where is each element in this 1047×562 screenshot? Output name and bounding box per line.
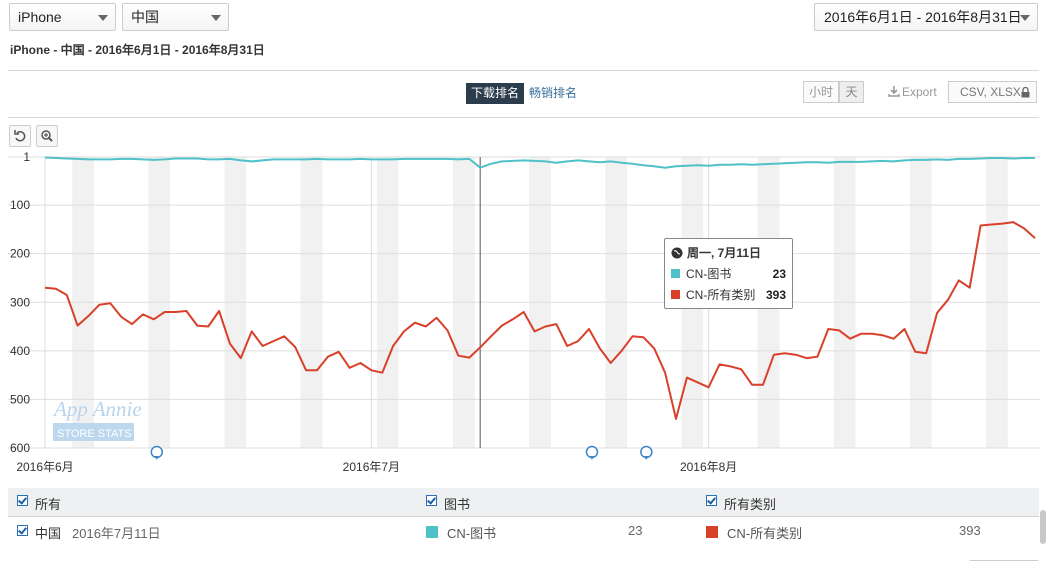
legend-row (8, 517, 1039, 547)
tab-downloads-rank[interactable]: 下载排名 (466, 83, 525, 104)
svg-text:STORE STATS: STORE STATS (57, 428, 132, 440)
zoom-button[interactable] (36, 125, 58, 147)
divider (8, 117, 1039, 118)
checkbox-all-categories[interactable] (706, 495, 717, 506)
x-tick-label: 2016年7月 (343, 460, 400, 474)
granularity-day-button[interactable]: 天 (839, 81, 864, 103)
export-formats-label: CSV, XLSX (960, 85, 1021, 99)
legend-all-series: CN-所有类别 (727, 526, 803, 541)
y-tick-label: 100 (10, 198, 30, 212)
tab-grossing-rank[interactable]: 畅销排名 (529, 83, 577, 104)
legend-header-all: 所有 (35, 497, 62, 512)
legend-country: 中国 (35, 526, 62, 541)
y-tick-label: 400 (10, 344, 30, 358)
legend-header (8, 488, 1039, 517)
rank-chart[interactable]: 1 100 200 300 400 500 600 2016年6月 2016年7月 2016年8… (0, 148, 1047, 478)
reset-zoom-button[interactable] (9, 125, 31, 147)
export-format-button[interactable]: CSV, XLSX (948, 81, 1037, 103)
tooltip-series-value: 393 (765, 288, 786, 302)
svg-text:App Annie: App Annie (52, 397, 142, 421)
download-icon (888, 86, 900, 97)
zoom-in-icon (41, 130, 53, 142)
legend-date: 2016年7月11日 (72, 526, 161, 541)
chevron-down-icon (211, 15, 221, 21)
page-subtitle: iPhone - 中国 - 2016年6月1日 - 2016年8月31日 (10, 43, 265, 57)
x-tick-label: 2016年6月 (16, 460, 73, 474)
country-select[interactable]: 中国 (122, 3, 229, 31)
y-tick-label: 300 (10, 295, 30, 309)
export-label: Export (902, 85, 937, 99)
app-annie-watermark: App Annie STORE STATS (52, 397, 142, 441)
checkbox-books[interactable] (426, 495, 437, 506)
y-tick-label: 1 (23, 150, 30, 164)
chevron-down-icon (1020, 15, 1030, 21)
tooltip-date: 周一, 7月11日 (687, 246, 762, 260)
granularity-hour-button[interactable]: 小时 (803, 81, 839, 103)
event-marker-icon[interactable] (150, 445, 164, 461)
chevron-down-icon (98, 15, 108, 21)
checkbox-country[interactable] (17, 525, 28, 536)
event-marker-icon[interactable] (640, 445, 653, 461)
date-range-select[interactable]: 2016年6月1日 - 2016年8月31日 (814, 3, 1038, 31)
checkbox-all[interactable] (17, 495, 28, 506)
divider (970, 560, 1038, 561)
series-swatch-books (426, 526, 438, 538)
divider (8, 70, 1039, 71)
series-swatch-all-categories (706, 526, 718, 538)
tooltip-series-value: 23 (772, 267, 786, 281)
series-swatch (671, 290, 680, 300)
country-select-value: 中国 (131, 9, 159, 25)
y-tick-label: 600 (10, 441, 30, 455)
legend-header-all-categories: 所有类别 (724, 497, 777, 512)
chart-tooltip: 周一, 7月11日 CN-图书 23 CN-所有类别 393 (664, 238, 793, 309)
legend-header-books: 图书 (444, 497, 471, 512)
device-select-value: iPhone (18, 9, 62, 25)
date-range-value: 2016年6月1日 - 2016年8月31日 (824, 9, 1022, 25)
legend-book-series: CN-图书 (447, 526, 497, 541)
lock-icon (1021, 87, 1030, 98)
tooltip-series-label: CN-图书 (686, 267, 732, 281)
event-marker-icon[interactable] (585, 445, 599, 461)
series-swatch (671, 269, 680, 279)
globe-icon (671, 247, 683, 259)
y-tick-label: 500 (10, 392, 30, 406)
scrollbar-thumb[interactable] (1040, 510, 1046, 544)
device-select[interactable]: iPhone (9, 3, 116, 31)
legend-all-value: 393 (959, 523, 981, 538)
legend-book-value: 23 (628, 523, 643, 538)
tooltip-series-label: CN-所有类别 (686, 288, 756, 302)
x-tick-label: 2016年8月 (680, 460, 737, 474)
undo-icon (14, 130, 26, 142)
export-button[interactable]: Export (888, 83, 937, 101)
y-tick-label: 200 (10, 247, 30, 261)
